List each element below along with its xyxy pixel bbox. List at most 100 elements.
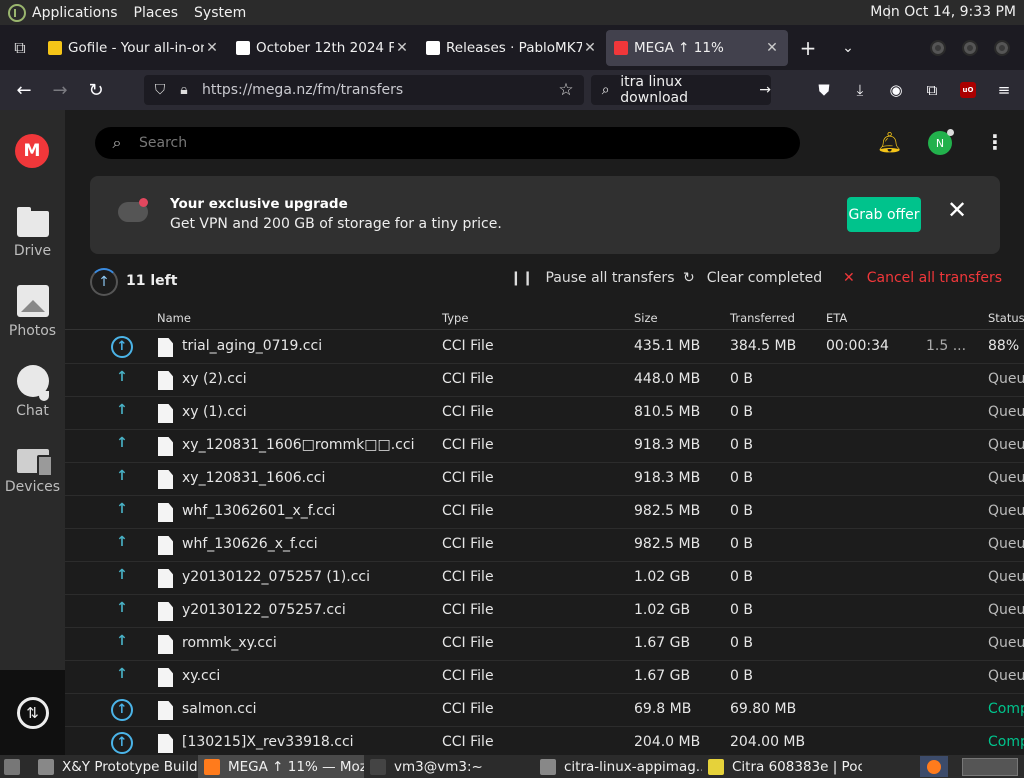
table-row[interactable]: ↑ whf_13062601_x_f.cci CCI File 982.5 MB 0 B… bbox=[65, 496, 1024, 529]
table-row[interactable]: ↑ whf_130626_x_f.cci CCI File 982.5 MB 0 B Qu… bbox=[65, 529, 1024, 562]
transfer-toolbar: ↑ 11 left ❙❙ Pause all transfers ↻ Clear… bbox=[90, 267, 1024, 297]
close-tab-icon[interactable]: ✕ bbox=[204, 40, 220, 56]
table-row[interactable]: ↑ y20130122_075257 (1).cci CCI File 1.02 GB… bbox=[65, 562, 1024, 595]
firefox-tray-icon[interactable] bbox=[920, 756, 948, 777]
ublock-icon[interactable]: uO bbox=[950, 74, 986, 106]
more-options-icon[interactable]: ⋮ bbox=[985, 130, 1005, 154]
cell-size: 918.3 MB bbox=[634, 437, 701, 453]
cell-size: 1.67 GB bbox=[634, 668, 691, 684]
table-row[interactable]: ↑ xy (2).cci CCI File 448.0 MB 0 B Queu bbox=[65, 364, 1024, 397]
browser-tab[interactable]: MEGA ↑ 11% ✕ bbox=[606, 29, 788, 66]
grab-offer-button[interactable]: Grab offer bbox=[847, 197, 921, 232]
menu-applications[interactable]: Applications bbox=[32, 5, 118, 21]
tab-favicon-icon bbox=[236, 40, 250, 55]
cell-transferred: 0 B bbox=[730, 635, 753, 651]
distro-logo-icon[interactable] bbox=[8, 3, 26, 22]
pocket-icon[interactable]: ⛊ bbox=[806, 74, 842, 106]
mega-search-input[interactable]: ⌕ Search bbox=[95, 127, 800, 159]
table-row[interactable]: ↑ y20130122_075257.cci CCI File 1.02 GB 0 B Q… bbox=[65, 595, 1024, 628]
shield-icon[interactable]: ⛉ bbox=[148, 82, 172, 98]
clock[interactable]: Mon Oct 14, 9:33 PM bbox=[870, 4, 1016, 20]
browser-tab[interactable]: Gofile - Your all-in-one ✕ bbox=[40, 30, 228, 66]
account-icon[interactable]: ◉ bbox=[878, 74, 914, 106]
cell-name: xy_120831_1606.cci bbox=[182, 470, 326, 486]
column-name[interactable]: Name bbox=[157, 311, 191, 325]
taskbar-item[interactable]: vm3@vm3:~ bbox=[364, 755, 534, 778]
sidebar-item-chat[interactable]: Chat bbox=[0, 365, 65, 419]
close-tab-icon[interactable]: ✕ bbox=[394, 40, 410, 56]
column-size[interactable]: Size bbox=[634, 311, 658, 325]
show-desktop-button[interactable] bbox=[0, 755, 32, 778]
search-go-icon[interactable]: → bbox=[759, 82, 771, 98]
transfers-left-count: 11 left bbox=[126, 273, 178, 289]
close-tab-icon[interactable]: ✕ bbox=[582, 40, 598, 56]
mega-main: ⌕ Search 🔔︎ N ⋮ Your exclusive upgrade G… bbox=[65, 110, 1024, 755]
table-row[interactable]: ↑ salmon.cci CCI File 69.8 MB 69.80 MB Comp bbox=[65, 694, 1024, 727]
minimize-window-button[interactable] bbox=[930, 39, 946, 56]
taskbar-item[interactable]: citra-linux-appimag... bbox=[534, 755, 702, 778]
maximize-window-button[interactable] bbox=[962, 39, 978, 56]
menu-places[interactable]: Places bbox=[134, 5, 179, 21]
list-all-tabs-button[interactable]: ⌄ bbox=[828, 30, 868, 66]
firefox-view-icon[interactable]: ⧉ bbox=[0, 25, 40, 70]
column-type[interactable]: Type bbox=[442, 311, 468, 325]
menu-icon[interactable]: ≡ bbox=[986, 74, 1022, 106]
workspace-switcher[interactable] bbox=[962, 757, 1018, 776]
new-tab-button[interactable]: + bbox=[788, 30, 828, 66]
downloads-icon[interactable]: ⤓ bbox=[842, 74, 878, 106]
close-tab-icon[interactable]: ✕ bbox=[764, 40, 780, 56]
table-row[interactable]: ↑ xy_120831_1606.cci CCI File 918.3 MB 0 B Qu… bbox=[65, 463, 1024, 496]
sidebar-item-drive[interactable]: Drive bbox=[0, 205, 65, 259]
sidebar-item-devices[interactable]: Devices bbox=[0, 443, 65, 495]
menu-system[interactable]: System bbox=[194, 5, 246, 21]
back-button[interactable]: ← bbox=[6, 74, 42, 106]
clear-completed-button[interactable]: ↻ Clear completed bbox=[683, 270, 822, 286]
url-text[interactable]: https://mega.nz/fm/transfers bbox=[202, 82, 554, 98]
taskbar-item[interactable]: Citra 608383e | Poc... bbox=[702, 755, 862, 778]
cell-name: xy (2).cci bbox=[182, 371, 247, 387]
notifications-bell-icon[interactable]: 🔔︎ bbox=[877, 130, 902, 154]
close-icon[interactable]: ✕ bbox=[947, 196, 967, 224]
table-row[interactable]: ↑ xy_120831_1606□rommk□□.cci CCI File 918.3… bbox=[65, 430, 1024, 463]
cancel-all-button[interactable]: ✕ Cancel all transfers bbox=[843, 270, 1002, 286]
forward-button[interactable]: → bbox=[42, 74, 78, 106]
reload-button[interactable]: ↻ bbox=[78, 74, 114, 106]
table-row[interactable]: ↑ xy (1).cci CCI File 810.5 MB 0 B Queu bbox=[65, 397, 1024, 430]
browser-tab[interactable]: October 12th 2024 Fre ✕ bbox=[228, 30, 418, 66]
taskbar-item[interactable]: MEGA ↑ 11% — Moz... bbox=[198, 755, 364, 778]
url-bar[interactable]: ⛉ 🔒︎ https://mega.nz/fm/transfers ☆ bbox=[144, 75, 584, 105]
upload-arrow-icon: ↑ bbox=[111, 732, 133, 754]
upload-arrow-icon: ↑ bbox=[116, 567, 128, 583]
pause-all-button[interactable]: ❙❙ Pause all transfers bbox=[510, 270, 674, 286]
search-placeholder: Search bbox=[139, 135, 188, 151]
avatar[interactable]: N bbox=[928, 129, 954, 155]
search-bar-text[interactable]: itra linux download bbox=[620, 74, 751, 106]
close-window-button[interactable] bbox=[994, 39, 1010, 56]
app-icon bbox=[708, 758, 724, 775]
cell-transferred: 69.80 MB bbox=[730, 701, 797, 717]
lock-icon[interactable]: 🔒︎ bbox=[172, 82, 196, 98]
transfer-manager-button[interactable]: ⇅ bbox=[0, 670, 65, 755]
column-transferred[interactable]: Transferred bbox=[730, 311, 795, 325]
transfer-list: ↑ trial_aging_0719.cci CCI File 435.1 MB 384… bbox=[65, 331, 1024, 755]
browser-tab[interactable]: Releases · PabloMK7/c ✕ bbox=[418, 30, 606, 66]
search-bar[interactable]: ⌕ itra linux download → bbox=[591, 74, 771, 106]
column-eta[interactable]: ETA bbox=[826, 311, 847, 325]
pause-icon: ❙❙ bbox=[510, 270, 534, 286]
vpn-cloud-icon bbox=[118, 198, 148, 222]
file-icon bbox=[158, 635, 173, 654]
table-row[interactable]: ↑ [130215]X_rev33918.cci CCI File 204.0 MB 2… bbox=[65, 727, 1024, 755]
upload-progress-icon: ↑ bbox=[90, 268, 118, 296]
extensions-icon[interactable]: ⧉ bbox=[914, 74, 950, 106]
mega-logo-icon[interactable]: M bbox=[15, 134, 49, 168]
column-status[interactable]: Status bbox=[988, 311, 1024, 325]
bookmark-star-icon[interactable]: ☆ bbox=[554, 80, 578, 100]
taskbar-item[interactable]: X&Y Prototype Builds bbox=[32, 755, 198, 778]
close-icon: ✕ bbox=[843, 270, 855, 286]
table-row[interactable]: ↑ xy.cci CCI File 1.67 GB 0 B Queu bbox=[65, 661, 1024, 694]
sidebar-item-photos[interactable]: Photos bbox=[0, 285, 65, 339]
table-row[interactable]: ↑ trial_aging_0719.cci CCI File 435.1 MB 384… bbox=[65, 331, 1024, 364]
cell-type: CCI File bbox=[442, 437, 494, 453]
table-row[interactable]: ↑ rommk_xy.cci CCI File 1.67 GB 0 B Queu bbox=[65, 628, 1024, 661]
cell-type: CCI File bbox=[442, 470, 494, 486]
